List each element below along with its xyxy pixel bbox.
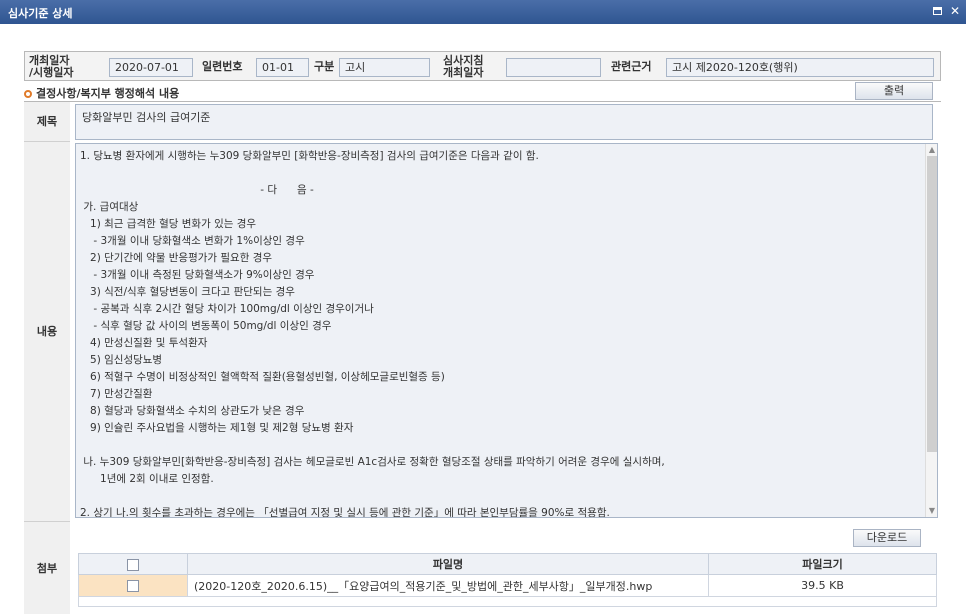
content-text: 1. 당뇨병 환자에게 시행하는 누309 당화알부민 [화학반응-장비측정] … bbox=[80, 148, 920, 518]
bullet-icon bbox=[24, 90, 32, 98]
print-button[interactable]: 출력 bbox=[855, 82, 933, 100]
content-line: 6) 적혈구 수명이 비정상적인 혈액학적 질환(용혈성빈혈, 이상헤모글로빈혈… bbox=[80, 371, 445, 383]
content-line bbox=[80, 165, 920, 182]
close-icon[interactable]: ✕ bbox=[948, 4, 962, 18]
basis-label: 관련근거 bbox=[611, 60, 652, 73]
row-select-cell bbox=[78, 574, 188, 597]
content-line: 1년에 2회 이내로 인정함. bbox=[80, 473, 214, 485]
file-name-link[interactable]: (2020-120호_2020.6.15)__「요양급여의_적용기준_및_방법에… bbox=[187, 574, 709, 597]
content-line: 4) 만성신질환 및 투석환자 bbox=[80, 337, 208, 349]
col-file-size: 파일크기 bbox=[708, 553, 937, 575]
guide-date-field bbox=[506, 58, 601, 77]
section-title: 결정사항/복지부 행정해석 내용 bbox=[24, 85, 179, 101]
content-line: 5) 임신성당뇨병 bbox=[80, 354, 163, 366]
attach-label: 첨부 bbox=[24, 522, 70, 614]
title-bar: 심사기준 상세 ✕ bbox=[0, 0, 966, 24]
open-date-field: 2020-07-01 bbox=[109, 58, 193, 77]
content-line: 1. 당뇨병 환자에게 시행하는 누309 당화알부민 [화학반응-장비측정] … bbox=[80, 150, 539, 162]
content-scrollbar[interactable]: ▲ ▼ bbox=[925, 144, 937, 517]
type-label: 구분 bbox=[314, 60, 335, 73]
serial-field: 01-01 bbox=[256, 58, 309, 77]
col-file-name: 파일명 bbox=[187, 553, 709, 575]
file-size: 39.5 KB bbox=[708, 574, 937, 597]
row-checkbox[interactable] bbox=[127, 580, 139, 592]
content-line: 9) 인슐린 주사요법을 시행하는 제1형 및 제2형 당뇨병 환자 bbox=[80, 422, 354, 434]
content-line: 8) 혈당과 당화혈색소 수치의 상관도가 낮은 경우 bbox=[80, 405, 305, 417]
window-title: 심사기준 상세 bbox=[8, 7, 73, 20]
file-table-header: 파일명 파일크기 bbox=[78, 553, 937, 575]
content-line bbox=[80, 437, 920, 454]
window-maximize-icon[interactable] bbox=[930, 4, 944, 18]
table-row-empty bbox=[78, 596, 937, 607]
basis-field: 고시 제2020-120호(행위) bbox=[666, 58, 934, 77]
content-textarea[interactable]: 1. 당뇨병 환자에게 시행하는 누309 당화알부민 [화학반응-장비측정] … bbox=[75, 143, 938, 518]
serial-label: 일련번호 bbox=[202, 60, 243, 73]
content-line: - 식후 혈당 값 사이의 변동폭이 50mg/dl 이상인 경우 bbox=[80, 320, 332, 332]
select-all-checkbox[interactable] bbox=[127, 558, 139, 571]
content-line: 1) 최근 급격한 혈당 변화가 있는 경우 bbox=[80, 218, 257, 230]
content-line: - 3개월 이내 당화혈색소 변화가 1%이상인 경우 bbox=[80, 235, 305, 247]
content-line: 3) 식전/식후 혈당변동이 크다고 판단되는 경우 bbox=[80, 286, 295, 298]
content-line: 나. 누309 당화알부민[화학반응-장비측정] 검사는 헤모글로빈 A1c검사… bbox=[80, 456, 665, 468]
open-date-label: 개최일자 /시행일자 bbox=[29, 54, 74, 79]
scrollbar-thumb[interactable] bbox=[927, 156, 937, 452]
subject-label: 제목 bbox=[24, 102, 70, 142]
download-button[interactable]: 다운로드 bbox=[853, 529, 921, 547]
table-row[interactable]: (2020-120호_2020.6.15)__「요양급여의_적용기준_및_방법에… bbox=[78, 574, 937, 597]
content-line bbox=[80, 488, 920, 505]
subject-field: 당화알부민 검사의 급여기준 bbox=[75, 104, 933, 140]
guide-date-label: 심사지침 개최일자 bbox=[443, 54, 484, 79]
scroll-down-icon[interactable]: ▼ bbox=[926, 505, 937, 517]
content-line: - 공복과 식후 2시간 혈당 차이가 100mg/dl 이상인 경우이거나 bbox=[80, 303, 374, 315]
select-all-cell bbox=[78, 553, 188, 575]
content-line: 7) 만성간질환 bbox=[80, 388, 153, 400]
content-line: 2) 단기간에 약물 반응평가가 필요한 경우 bbox=[80, 252, 273, 264]
content-label: 내용 bbox=[24, 142, 70, 522]
scroll-up-icon[interactable]: ▲ bbox=[926, 144, 937, 156]
type-field: 고시 bbox=[339, 58, 430, 77]
file-table: 파일명 파일크기 (2020-120호_2020.6.15)__「요양급여의_적… bbox=[78, 553, 937, 607]
content-line: 가. 급여대상 bbox=[80, 201, 139, 213]
content-line: - 다 음 - bbox=[80, 184, 314, 196]
content-line: - 3개월 이내 측정된 당화혈색소가 9%이상인 경우 bbox=[80, 269, 315, 281]
meta-info-bar: 개최일자 /시행일자 2020-07-01 일련번호 01-01 구분 고시 심… bbox=[24, 51, 941, 81]
content-line: 2. 상기 나.의 횟수를 초과하는 경우에는 「선별급여 지정 및 실시 등에… bbox=[80, 507, 610, 518]
detail-table: 제목 당화알부민 검사의 급여기준 내용 1. 당뇨병 환자에게 시행하는 누3… bbox=[24, 101, 941, 614]
